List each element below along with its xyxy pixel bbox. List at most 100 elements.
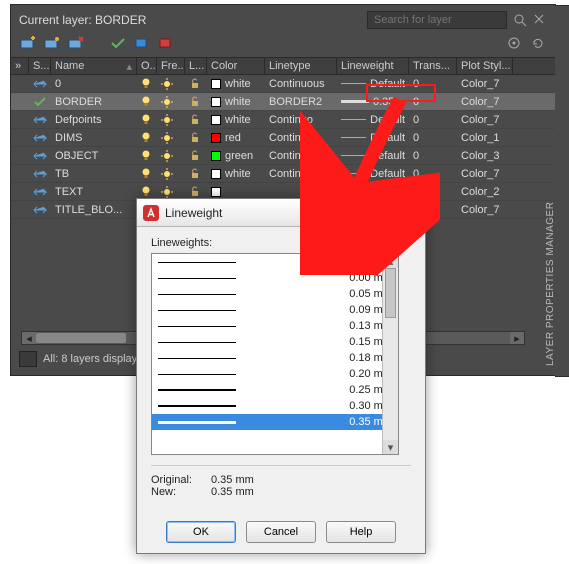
header-transparency[interactable]: Trans... [409, 58, 457, 74]
help-button[interactable]: ? [341, 204, 375, 222]
on-toggle[interactable] [137, 93, 157, 110]
list-item[interactable]: 0.30 mm [152, 398, 398, 414]
refresh-icon[interactable] [529, 35, 547, 51]
dialog-titlebar[interactable]: Lineweight ? [137, 199, 425, 227]
lineweight-cell[interactable]: Default [337, 111, 409, 128]
lock-toggle[interactable] [185, 111, 207, 128]
plotstyle-cell[interactable]: Color_7 [457, 111, 513, 128]
cancel-button[interactable]: Cancel [246, 521, 316, 543]
scroll-left-button[interactable]: ◂ [22, 332, 36, 344]
layer-name[interactable]: 0 [51, 75, 137, 92]
new-layer-freeze-button[interactable] [43, 35, 61, 51]
ok-button[interactable]: OK [166, 521, 236, 543]
header-linetype[interactable]: Linetype [265, 58, 337, 74]
layer-name[interactable]: DIMS [51, 129, 137, 146]
lock-toggle[interactable] [185, 165, 207, 182]
transparency-cell[interactable]: 0 [409, 111, 457, 128]
close-palette-icon[interactable] [533, 13, 547, 27]
header-name[interactable]: Name▴ [51, 58, 137, 74]
linetype-cell[interactable]: Continu [265, 147, 337, 164]
on-toggle[interactable] [137, 75, 157, 92]
header-plotstyle[interactable]: Plot Styl... [457, 58, 513, 74]
header-on[interactable]: O... [137, 58, 157, 74]
lock-toggle[interactable] [185, 147, 207, 164]
list-item[interactable]: 0.05 mm [152, 286, 398, 302]
freeze-toggle[interactable] [157, 129, 185, 146]
header-lock[interactable]: L... [185, 58, 207, 74]
table-row[interactable]: Defpoints whiteContinuoDefault0Color_7 [11, 111, 555, 129]
plotstyle-cell[interactable]: Color_1 [457, 129, 513, 146]
scroll-down-button[interactable]: ▾ [383, 440, 398, 454]
transparency-cell[interactable]: 0 [409, 93, 457, 110]
scrollbar-thumb[interactable] [36, 333, 126, 343]
list-item[interactable]: Default [152, 254, 398, 270]
lineweight-cell[interactable]: Default [337, 75, 409, 92]
linetype-cell[interactable]: Continuo [265, 165, 337, 182]
freeze-toggle[interactable] [157, 165, 185, 182]
lock-toggle[interactable] [185, 93, 207, 110]
layer-name[interactable]: BORDER [51, 93, 137, 110]
lock-toggle[interactable] [185, 129, 207, 146]
linetype-cell[interactable]: Continuo [265, 129, 337, 146]
table-row[interactable]: DIMSredContinuoDefault0Color_1 [11, 129, 555, 147]
lock-toggle[interactable] [185, 75, 207, 92]
layer-states-button[interactable] [133, 35, 151, 51]
layer-name[interactable]: OBJECT [51, 147, 137, 164]
lineweight-cell[interactable]: Default [337, 165, 409, 182]
color-cell[interactable]: white [207, 165, 265, 182]
layer-name[interactable]: Defpoints [51, 111, 137, 128]
plotstyle-cell[interactable]: Color_7 [457, 165, 513, 182]
layer-name[interactable]: TEXT [51, 183, 137, 200]
transparency-cell[interactable]: 0 [409, 129, 457, 146]
plotstyle-cell[interactable]: Color_7 [457, 93, 513, 110]
scroll-right-button[interactable]: ▸ [510, 332, 524, 344]
color-cell[interactable]: white [207, 93, 265, 110]
linetype-cell[interactable]: Continuo [265, 111, 337, 128]
list-item[interactable]: 0.20 mm [152, 366, 398, 382]
search-input[interactable] [367, 11, 507, 29]
linetype-cell[interactable]: BORDER2 [265, 93, 337, 110]
transparency-cell[interactable]: 0 [409, 165, 457, 182]
scrollbar-thumb[interactable] [385, 268, 396, 318]
list-item[interactable]: 0.18 mm [152, 350, 398, 366]
close-button[interactable] [385, 204, 419, 222]
layer-filter-button[interactable] [157, 35, 175, 51]
transparency-cell[interactable]: 0 [409, 75, 457, 92]
lineweight-list[interactable]: Default0.00 mm0.05 mm0.09 mm0.13 mm0.15 … [151, 253, 399, 455]
delete-layer-button[interactable] [67, 35, 85, 51]
plotstyle-cell[interactable]: Color_3 [457, 147, 513, 164]
list-item[interactable]: 0.35 mm [152, 414, 398, 430]
layer-name[interactable]: TITLE_BLO... [51, 201, 137, 218]
on-toggle[interactable] [137, 129, 157, 146]
header-status[interactable]: S... [29, 58, 51, 74]
search-icon[interactable] [513, 13, 527, 27]
table-row[interactable]: BORDER whiteBORDER20.35...0Color_7 [11, 93, 555, 111]
on-toggle[interactable] [137, 165, 157, 182]
on-toggle[interactable] [137, 111, 157, 128]
header-lineweight[interactable]: Lineweight [337, 58, 409, 74]
list-item[interactable]: 0.25 mm [152, 382, 398, 398]
list-item[interactable]: 0.00 mm [152, 270, 398, 286]
table-row[interactable]: TBwhiteContinuoDefault0Color_7 [11, 165, 555, 183]
lineweight-cell[interactable]: Default [337, 147, 409, 164]
on-toggle[interactable] [137, 147, 157, 164]
color-cell[interactable]: white [207, 75, 265, 92]
list-item[interactable]: 0.13 mm [152, 318, 398, 334]
list-vertical-scrollbar[interactable]: ▴ ▾ [382, 254, 398, 454]
plotstyle-cell[interactable]: Color_7 [457, 201, 513, 218]
table-row[interactable]: OBJECT greenContinuDefault0Color_3 [11, 147, 555, 165]
settings-icon[interactable] [505, 35, 523, 51]
freeze-toggle[interactable] [157, 111, 185, 128]
transparency-cell[interactable]: 0 [409, 147, 457, 164]
freeze-toggle[interactable] [157, 93, 185, 110]
freeze-toggle[interactable] [157, 147, 185, 164]
linetype-cell[interactable]: Continuous [265, 75, 337, 92]
color-cell[interactable]: green [207, 147, 265, 164]
list-item[interactable]: 0.15 mm [152, 334, 398, 350]
list-item[interactable]: 0.09 mm [152, 302, 398, 318]
lineweight-cell[interactable]: Default [337, 129, 409, 146]
filter-icon[interactable] [19, 351, 37, 367]
color-cell[interactable]: white [207, 111, 265, 128]
lineweight-cell[interactable]: 0.35... [337, 93, 409, 110]
plotstyle-cell[interactable]: Color_2 [457, 183, 513, 200]
